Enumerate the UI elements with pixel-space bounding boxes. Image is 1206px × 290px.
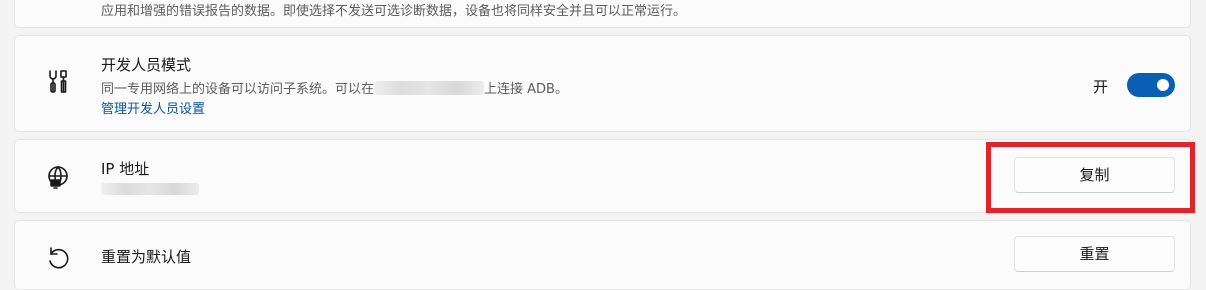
ip-address-title: IP 地址: [101, 160, 150, 178]
developer-mode-title: 开发人员模式: [101, 56, 192, 74]
redacted-address: [374, 81, 485, 95]
ip-address-value: [101, 182, 199, 197]
globe-network-icon: [45, 164, 71, 190]
diagnostics-note: 应用和增强的错误报告的数据。即使选择不发送可选诊断数据，设备也将同样安全并且可以…: [101, 4, 687, 19]
reset-title: 重置为默认值: [101, 248, 192, 266]
highlight-box: [986, 142, 1195, 213]
developer-mode-card: 开发人员模式 同一专用网络上的设备可以访问子系统。可以在 上连接 ADB。 管理开…: [14, 35, 1191, 132]
reset-button[interactable]: 重置: [1014, 236, 1175, 272]
diagnostics-card: 应用和增强的错误报告的数据。即使选择不发送可选诊断数据，设备也将同样安全并且可以…: [14, 0, 1191, 28]
toggle-state-label: 开: [1093, 78, 1109, 96]
toggle-knob: [1157, 79, 1169, 91]
redacted-ip: [101, 183, 199, 195]
developer-tools-icon: [45, 69, 71, 95]
reset-arrow-icon: [45, 245, 71, 271]
reset-card: 重置为默认值 重置: [14, 220, 1191, 290]
manage-developer-settings-link[interactable]: 管理开发人员设置: [101, 98, 205, 117]
developer-mode-toggle[interactable]: [1127, 73, 1175, 97]
developer-mode-description: 同一专用网络上的设备可以访问子系统。可以在 上连接 ADB。: [101, 81, 568, 97]
